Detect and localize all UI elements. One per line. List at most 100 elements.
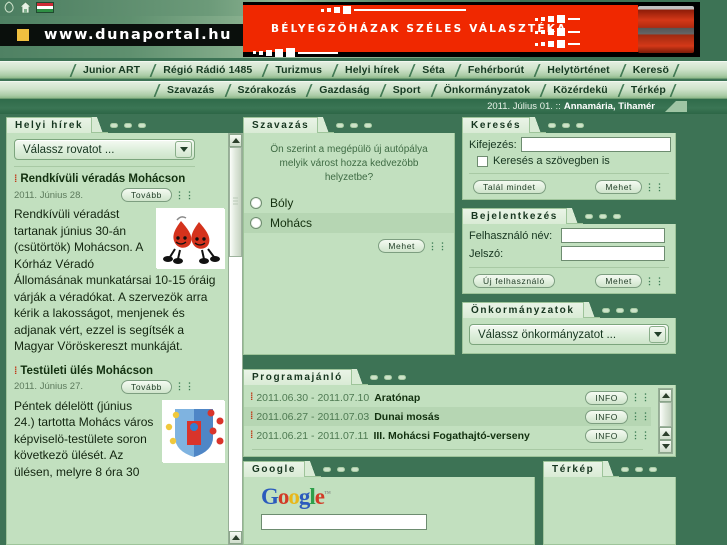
nav-item-gazdas-g[interactable]: Gazdaság xyxy=(302,83,375,97)
panel-title-login: Bejelentkezés xyxy=(462,207,676,224)
program-dates: 2011.06.30 - 2011.07.10 xyxy=(256,391,370,404)
advertisement-banner[interactable]: BÉLYEGZÖHÁZAK SZÉLES VÁLASZTÉKA xyxy=(243,2,700,57)
scroll-down-button[interactable] xyxy=(229,531,242,544)
table-row[interactable]: ⁞ 2011.06.27 - 2011.07.03 Dunai mosás IN… xyxy=(244,407,651,426)
scroll-down-button[interactable] xyxy=(659,440,672,453)
program-info-button[interactable]: INFO xyxy=(585,409,628,424)
scroll-up-button[interactable] xyxy=(659,389,672,402)
search-body: Kifejezés: Keresés a szövegben is Talál … xyxy=(462,133,676,200)
checkbox-icon[interactable] xyxy=(477,155,488,167)
news-category-select[interactable]: Válassz rovatot ... xyxy=(14,139,195,160)
nav-item-r-gi-r-di-1485[interactable]: Régió Rádió 1485 xyxy=(146,63,258,77)
login-buttons-row: Új felhasználó Mehet ⋮⋮ xyxy=(469,274,669,288)
banner-dots-mid3 xyxy=(535,40,580,48)
news-headline-row[interactable]: ⁞ Testületi ülés Mohácson xyxy=(14,365,224,377)
news-headline-row[interactable]: ⁞ Rendkívüli véradás Mohácson xyxy=(14,173,224,185)
tab-dashes-decoration xyxy=(600,302,676,318)
nav-item-turizmus[interactable]: Turizmus xyxy=(258,63,328,77)
scroll-up-button-2[interactable] xyxy=(659,427,672,440)
table-row[interactable]: ⁞ 2011.06.21 - 2011.07.11 III. Mohácsi F… xyxy=(244,426,651,445)
news-body-wrap: Péntek délelött (június 24.) tartotta Mo… xyxy=(14,398,225,481)
panel-title-poll: Szavazás xyxy=(243,116,455,133)
panel-title-municipalities: Önkormányzatok xyxy=(462,301,676,318)
bullet-icon: ⁞ xyxy=(250,411,254,422)
nav-item-nkorm-nyzatok[interactable]: Önkormányzatok xyxy=(427,83,537,97)
chevron-down-icon[interactable] xyxy=(175,141,192,158)
panel-title-label: Szavazás xyxy=(252,120,310,131)
nav-item-k-z-rdek[interactable]: Közérdekü xyxy=(536,83,614,97)
program-dates: 2011.06.27 - 2011.07.03 xyxy=(256,410,370,423)
poll-submit-button[interactable]: Mehet xyxy=(378,239,425,253)
panel-map: Térkép xyxy=(543,460,676,545)
header-icon-row xyxy=(3,1,54,14)
find-all-button[interactable]: Talál mindet xyxy=(473,180,546,194)
tab-dashes-decoration xyxy=(334,117,455,133)
poll-option-0[interactable]: Bóly xyxy=(244,193,454,213)
programs-scrollbar[interactable] xyxy=(658,388,673,454)
nav-item-szavaz-s[interactable]: Szavazás xyxy=(150,83,221,97)
arrow-dots-icon: ⋮⋮ xyxy=(645,275,665,286)
municipality-select[interactable]: Válassz önkormányzatot ... xyxy=(469,324,669,345)
nav-item-label: Séta xyxy=(422,64,445,76)
chevron-down-icon[interactable] xyxy=(649,326,666,343)
radio-button-icon[interactable] xyxy=(250,197,262,209)
password-label: Jelszó: xyxy=(469,247,504,260)
tab-dashes-decoration xyxy=(583,208,676,224)
program-info-button[interactable]: INFO xyxy=(585,428,628,443)
poll-option-1[interactable]: Mohács xyxy=(244,213,454,233)
table-row[interactable]: ⁞ 2011.06.30 - 2011.07.10 Aratónap INFO … xyxy=(244,388,651,407)
new-user-button[interactable]: Új felhasználó xyxy=(473,274,555,288)
panel-poll: Szavazás Ön szerint a megépülö új autópá… xyxy=(243,116,455,355)
scrollbar-thumb[interactable] xyxy=(659,402,672,427)
panel-title-map: Térkép xyxy=(543,460,676,477)
local-news-scrollbar[interactable] xyxy=(228,133,243,545)
login-body: Felhasználó név: Jelszó: Új felhasználó … xyxy=(462,224,676,294)
news-date: 2011. Június 28. xyxy=(14,189,84,201)
panel-title-label: Helyi hírek xyxy=(15,120,84,131)
login-submit-button[interactable]: Mehet xyxy=(595,274,642,288)
leaf-icon[interactable] xyxy=(3,1,15,14)
news-more-button[interactable]: Tovább xyxy=(120,379,172,394)
nav-item-label: Gazdaság xyxy=(319,84,370,96)
tab-slant-decoration xyxy=(583,302,600,318)
programs-body: ⁞ 2011.06.30 - 2011.07.10 Aratónap INFO … xyxy=(243,385,676,457)
nav-item-helyt-rt-net[interactable]: Helytörténet xyxy=(530,63,615,77)
banner-dots-bottom xyxy=(253,48,338,57)
news-meta-row: 2011. Június 28. Tovább ⋮⋮ xyxy=(14,188,195,202)
arrow-dots-icon: ⋮⋮ xyxy=(631,430,651,440)
news-more-button[interactable]: Tovább xyxy=(120,188,172,202)
nav-item-s-ta[interactable]: Séta xyxy=(405,63,451,77)
tab-slant-decoration xyxy=(530,117,547,133)
password-field[interactable] xyxy=(561,246,665,261)
nav-item-junior-art[interactable]: Junior ART xyxy=(66,63,146,77)
nav-item-t-rk-p[interactable]: Térkép xyxy=(614,83,672,97)
nav-item-feh-rbor-t[interactable]: Fehérborút xyxy=(451,63,530,77)
arrow-dots-icon: ⋮⋮ xyxy=(175,189,195,200)
hungarian-flag-icon[interactable] xyxy=(36,2,54,13)
nav-item-sport[interactable]: Sport xyxy=(376,83,427,97)
current-date: 2011. Július 01. :: xyxy=(487,101,561,112)
username-label: Felhasználó név: xyxy=(469,229,553,242)
search-in-text-row[interactable]: Keresés a szövegben is xyxy=(477,155,669,167)
program-name: Aratónap xyxy=(374,391,421,404)
home-icon[interactable] xyxy=(19,1,32,14)
panel-title-label: Keresés xyxy=(471,120,522,131)
username-field[interactable] xyxy=(561,228,665,243)
search-submit-button[interactable]: Mehet xyxy=(595,180,642,194)
scrollbar-thumb[interactable] xyxy=(229,147,242,257)
tab-dashes-decoration xyxy=(546,117,676,133)
municipality-value: Válassz önkormányzatot ... xyxy=(478,328,617,341)
left-column: Helyi hírek Válassz rovatot ... ⁞ Rendkí… xyxy=(6,116,243,545)
nav-item-keres[interactable]: Keresö xyxy=(616,63,675,77)
poll-body: Ön szerint a megépülö új autópálya melyi… xyxy=(243,133,455,355)
program-info-button[interactable]: INFO xyxy=(585,390,628,405)
nav-item-helyi-h-rek[interactable]: Helyi hírek xyxy=(328,63,405,77)
scrollbar-track[interactable] xyxy=(229,257,242,531)
nav-item-sz-rakoz-s[interactable]: Szórakozás xyxy=(221,83,303,97)
banner-text: BÉLYEGZÖHÁZAK SZÉLES VÁLASZTÉKA xyxy=(271,23,568,35)
nav-item-label: Szavazás xyxy=(167,84,215,96)
search-input[interactable] xyxy=(520,137,671,152)
radio-button-icon[interactable] xyxy=(250,217,262,229)
scroll-up-button[interactable] xyxy=(229,134,242,147)
google-search-input[interactable] xyxy=(261,514,427,530)
